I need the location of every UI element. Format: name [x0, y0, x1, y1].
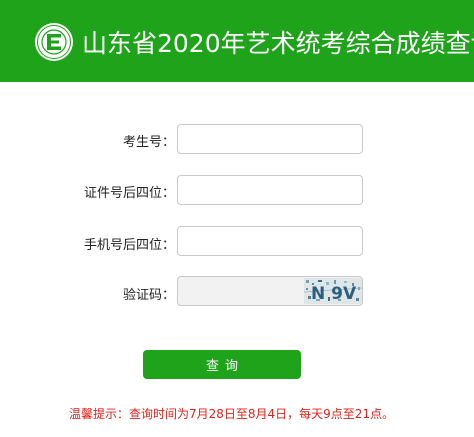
education-examination-logo-icon: [35, 23, 73, 61]
id-last4-label: 证件号后四位：: [83, 186, 175, 201]
exam-number-label: 考生号：: [122, 135, 175, 150]
notice-text: 温馨提示：查询时间为7月28日至8月4日，每天9点至21点。: [69, 407, 395, 421]
exam-number-input[interactable]: [177, 124, 363, 154]
phone-last4-input[interactable]: [177, 226, 363, 256]
captcha-input[interactable]: [178, 277, 300, 305]
id-last4-input[interactable]: [177, 175, 363, 205]
phone-last4-label: 手机号后四位：: [83, 238, 175, 253]
captcha-image[interactable]: N 9V: [304, 278, 362, 304]
captcha-label: 验证码：: [122, 288, 175, 303]
query-button[interactable]: 查询: [143, 350, 301, 379]
captcha-text: N 9V: [311, 284, 357, 304]
page: 山东省2020年艺术统考综合成绩查询 考生号： 证件号后四位： 手机号后四位： …: [0, 0, 474, 437]
page-title: 山东省2020年艺术统考综合成绩查询: [82, 29, 474, 58]
header-banner: 山东省2020年艺术统考综合成绩查询: [0, 0, 474, 82]
captcha-field: N 9V: [177, 276, 363, 306]
